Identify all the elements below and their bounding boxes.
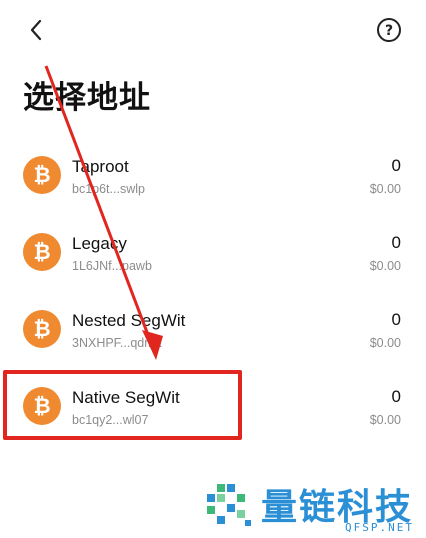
address-row-legacy[interactable]: ₿ Legacy 1L6JNf...pawb 0 $0.00 bbox=[0, 214, 426, 291]
top-bar: ? bbox=[0, 0, 426, 60]
bitcoin-icon: ₿ bbox=[23, 233, 61, 271]
address-row-taproot[interactable]: ₿ Taproot bc1p6t...swlp 0 $0.00 bbox=[0, 137, 426, 214]
watermark-url: QFSP.NET bbox=[345, 521, 414, 534]
back-button[interactable] bbox=[22, 16, 50, 44]
address-value: bc1p6t...swlp bbox=[72, 182, 145, 196]
address-list: ₿ Taproot bc1p6t...swlp 0 $0.00 ₿ Legacy… bbox=[0, 137, 426, 445]
bitcoin-symbol: ₿ bbox=[33, 317, 50, 341]
address-type-name: Legacy bbox=[72, 234, 127, 253]
address-select-screen: ? 选择地址 ₿ Taproot bc1p6t...swlp 0 $0.00 ₿… bbox=[0, 0, 426, 538]
bitcoin-icon: ₿ bbox=[23, 387, 61, 425]
chevron-left-icon bbox=[30, 19, 42, 41]
address-value: bc1qy2...wl07 bbox=[72, 413, 149, 427]
balance-amount: 0 bbox=[391, 310, 401, 329]
bitcoin-symbol: ₿ bbox=[33, 394, 50, 418]
address-row-native-segwit[interactable]: ₿ Native SegWit bc1qy2...wl07 0 $0.00 bbox=[0, 368, 426, 445]
balance-fiat: $0.00 bbox=[369, 259, 401, 273]
balance-amount: 0 bbox=[391, 233, 401, 252]
help-symbol: ? bbox=[385, 23, 393, 39]
question-circle-icon: ? bbox=[377, 18, 401, 42]
balance-fiat: $0.00 bbox=[369, 413, 401, 427]
page-title: 选择地址 bbox=[23, 80, 151, 116]
bitcoin-symbol: ₿ bbox=[33, 240, 50, 264]
bitcoin-icon: ₿ bbox=[23, 156, 61, 194]
help-button[interactable]: ? bbox=[376, 17, 402, 43]
address-row-nested-segwit[interactable]: ₿ Nested SegWit 3NXHPF...qdma 0 $0.00 bbox=[0, 291, 426, 368]
address-value: 1L6JNf...pawb bbox=[72, 259, 152, 273]
bitcoin-symbol: ₿ bbox=[33, 163, 50, 187]
balance-fiat: $0.00 bbox=[369, 336, 401, 350]
address-value: 3NXHPF...qdma bbox=[72, 336, 162, 350]
balance-amount: 0 bbox=[391, 156, 401, 175]
watermark-logo-icon bbox=[207, 484, 251, 526]
bitcoin-icon: ₿ bbox=[23, 310, 61, 348]
balance-fiat: $0.00 bbox=[369, 182, 401, 196]
address-type-name: Taproot bbox=[72, 157, 129, 176]
address-type-name: Nested SegWit bbox=[72, 311, 186, 330]
watermark: 量链科技 QFSP.NET bbox=[205, 478, 420, 536]
balance-amount: 0 bbox=[391, 387, 401, 406]
address-type-name: Native SegWit bbox=[72, 388, 180, 407]
